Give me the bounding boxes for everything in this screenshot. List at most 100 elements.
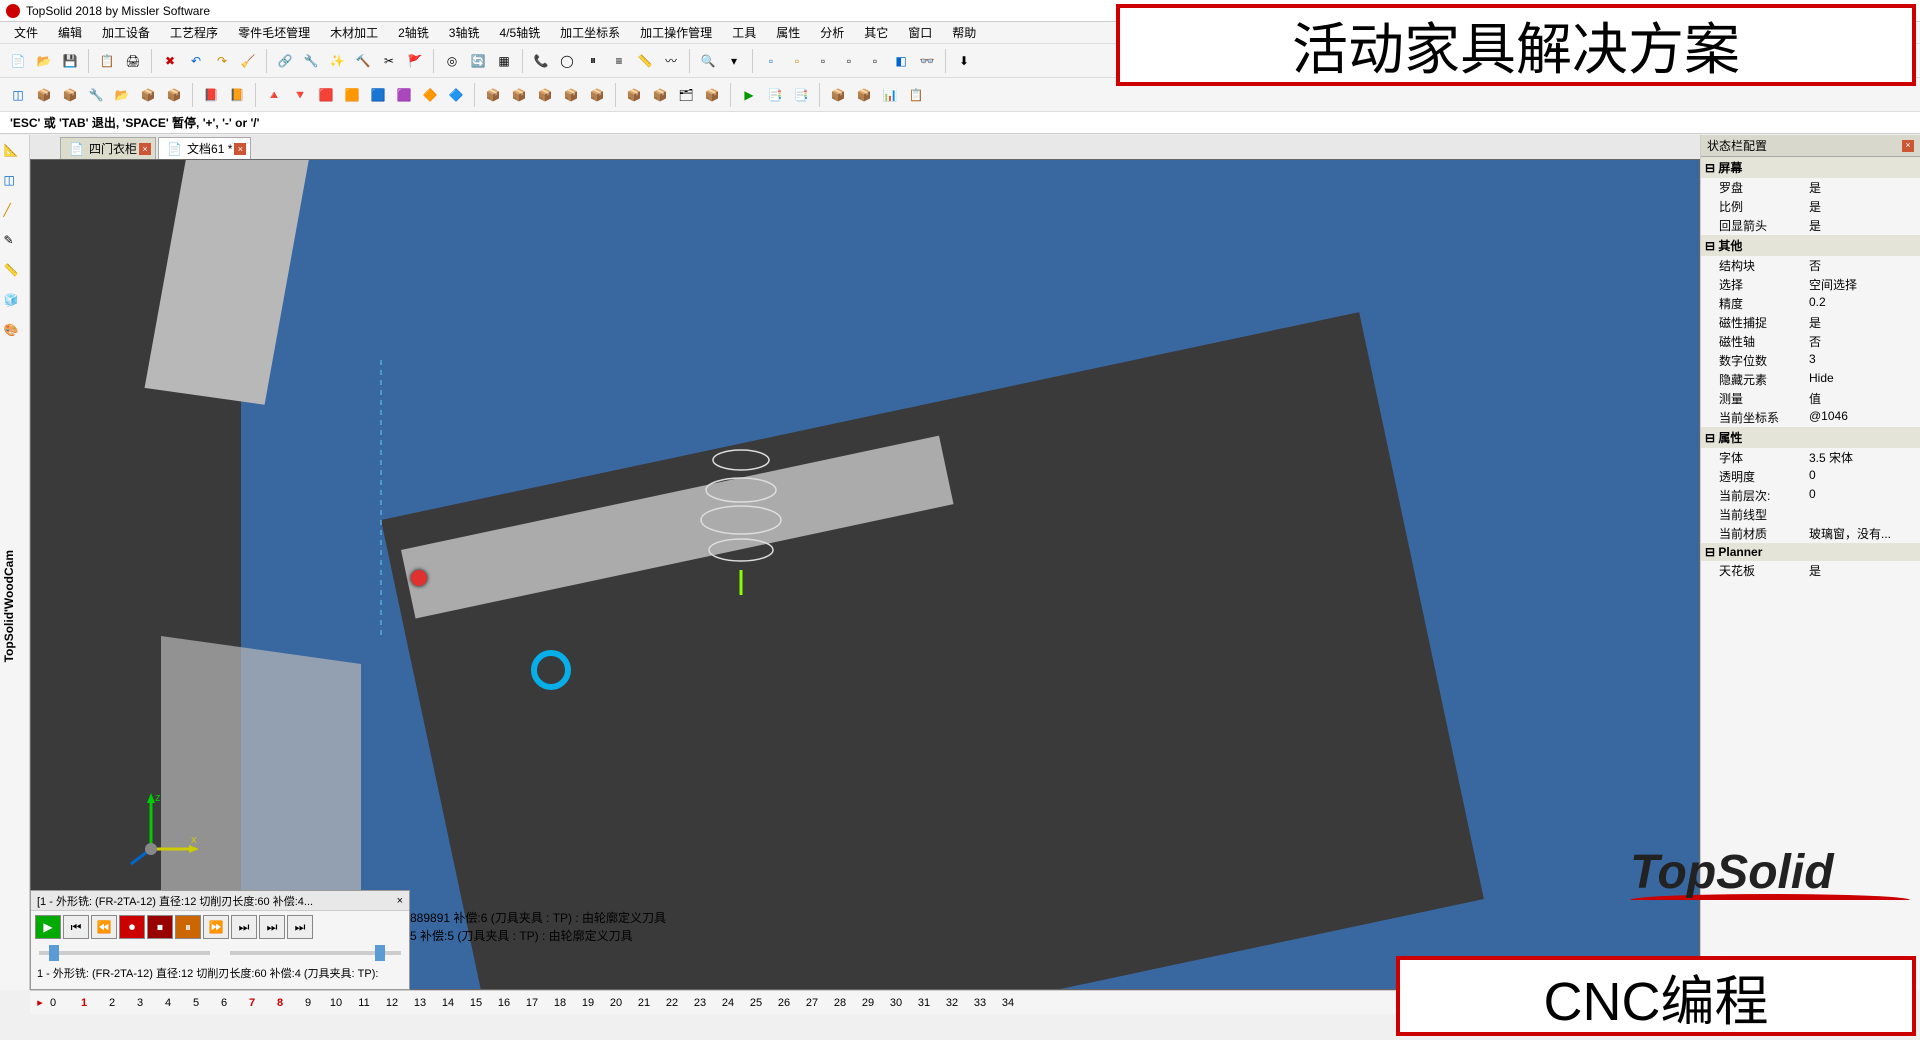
tb2-26[interactable]: 📦 (700, 83, 724, 107)
prop-row[interactable]: 精度0.2 (1701, 294, 1920, 313)
new-doc-button[interactable]: 📄 (6, 49, 30, 73)
sim-first-button[interactable]: ⏮ (63, 915, 89, 939)
ruler-step-19[interactable]: 19 (574, 997, 602, 1009)
ruler-numbers[interactable]: 1234567891011121314151617181920212223242… (70, 997, 1022, 1009)
prop-row[interactable]: 当前材质玻璃窗，没有... (1701, 524, 1920, 543)
prop-row[interactable]: 当前层次:0 (1701, 486, 1920, 505)
tb2-1[interactable]: ◫ (6, 83, 30, 107)
tb2-3[interactable]: 📦 (58, 83, 82, 107)
ruler-step-28[interactable]: 28 (826, 997, 854, 1009)
prop-group-属性[interactable]: ⊟ 属性 (1701, 427, 1920, 448)
zoom-dropdown[interactable]: ▾ (722, 49, 746, 73)
sb-box-icon[interactable]: ◫ (4, 173, 26, 195)
tb2-8[interactable]: 📕 (199, 83, 223, 107)
menu-属性[interactable]: 属性 (770, 22, 806, 43)
prop-row[interactable]: 天花板是 (1701, 561, 1920, 580)
ruler-step-7[interactable]: 7 (238, 997, 266, 1009)
menu-编辑[interactable]: 编辑 (52, 22, 88, 43)
ruler-step-15[interactable]: 15 (462, 997, 490, 1009)
refresh-button[interactable]: 🔄 (466, 49, 490, 73)
prop-group-屏幕[interactable]: ⊟ 屏幕 (1701, 157, 1920, 178)
ruler-step-1[interactable]: 1 (70, 997, 98, 1009)
sim-stop-button[interactable]: ⏹ (147, 915, 173, 939)
ruler-step-27[interactable]: 27 (798, 997, 826, 1009)
flag-button[interactable]: 🚩 (403, 49, 427, 73)
menu-其它[interactable]: 其它 (858, 22, 894, 43)
ruler-step-34[interactable]: 34 (994, 997, 1022, 1009)
measure-button[interactable]: 📏 (633, 49, 657, 73)
sparkle-button[interactable]: ✨ (325, 49, 349, 73)
ruler-step-4[interactable]: 4 (154, 997, 182, 1009)
ruler-step-31[interactable]: 31 (910, 997, 938, 1009)
ruler-step-8[interactable]: 8 (266, 997, 294, 1009)
menu-零件毛坯管理[interactable]: 零件毛坯管理 (232, 22, 316, 43)
tb2-31[interactable]: 📦 (852, 83, 876, 107)
tb2-19[interactable]: 📦 (507, 83, 531, 107)
tb2-20[interactable]: 📦 (533, 83, 557, 107)
prop-row[interactable]: 选择空间选择 (1701, 275, 1920, 294)
prop-row[interactable]: 透明度0 (1701, 467, 1920, 486)
undo-button[interactable]: ↶ (184, 49, 208, 73)
sim-skip-button[interactable]: ⏭ (259, 915, 285, 939)
wrench-button[interactable]: 🔧 (299, 49, 323, 73)
tb2-33[interactable]: 📋 (904, 83, 928, 107)
tb2-18[interactable]: 📦 (481, 83, 505, 107)
prop-row[interactable]: 比例是 (1701, 197, 1920, 216)
prop-group-其他[interactable]: ⊟ 其他 (1701, 235, 1920, 256)
view2-button[interactable]: ▫ (785, 49, 809, 73)
tab-close-icon[interactable]: × (139, 143, 151, 155)
menu-木材加工[interactable]: 木材加工 (324, 22, 384, 43)
viewport-3d[interactable]: z x (30, 159, 1700, 990)
ruler-step-12[interactable]: 12 (378, 997, 406, 1009)
prop-row[interactable]: 回显箭头是 (1701, 216, 1920, 235)
menu-加工坐标系[interactable]: 加工坐标系 (554, 22, 626, 43)
ruler-step-25[interactable]: 25 (742, 997, 770, 1009)
down-button[interactable]: ⬇ (952, 49, 976, 73)
sim-next-button[interactable]: ⏩ (203, 915, 229, 939)
sim-close-icon[interactable]: × (397, 895, 403, 907)
ruler-step-9[interactable]: 9 (294, 997, 322, 1009)
tb2-13[interactable]: 🟧 (340, 83, 364, 107)
tb2-23[interactable]: 📦 (622, 83, 646, 107)
menu-工艺程序[interactable]: 工艺程序 (164, 22, 224, 43)
prop-row[interactable]: 磁性轴否 (1701, 332, 1920, 351)
tb2-28[interactable]: 📑 (763, 83, 787, 107)
sim-prev-button[interactable]: ⏪ (91, 915, 117, 939)
ruler-step-14[interactable]: 14 (434, 997, 462, 1009)
tool-button[interactable]: 🔨 (351, 49, 375, 73)
ruler-step-18[interactable]: 18 (546, 997, 574, 1009)
menu-加工设备[interactable]: 加工设备 (96, 22, 156, 43)
ruler-step-5[interactable]: 5 (182, 997, 210, 1009)
tb2-29[interactable]: 📑 (789, 83, 813, 107)
copy-button[interactable]: 📋 (95, 49, 119, 73)
view5-button[interactable]: ▫ (863, 49, 887, 73)
tb2-25[interactable]: 🗂 (674, 83, 698, 107)
print-button[interactable]: 🖨 (121, 49, 145, 73)
menu-分析[interactable]: 分析 (814, 22, 850, 43)
prop-row[interactable]: 罗盘是 (1701, 178, 1920, 197)
cut-button[interactable]: ✂ (377, 49, 401, 73)
ruler-step-20[interactable]: 20 (602, 997, 630, 1009)
tb2-21[interactable]: 📦 (559, 83, 583, 107)
prop-row[interactable]: 隐藏元素Hide (1701, 370, 1920, 389)
tb2-9[interactable]: 📙 (225, 83, 249, 107)
tb2-2[interactable]: 📦 (32, 83, 56, 107)
sim-step-button[interactable]: ⏭ (231, 915, 257, 939)
menu-帮助[interactable]: 帮助 (946, 22, 982, 43)
redo-button[interactable]: ↷ (210, 49, 234, 73)
menu-3轴铣[interactable]: 3轴铣 (443, 22, 486, 43)
sb-cube-icon[interactable]: 🧊 (4, 293, 26, 315)
ruler-step-29[interactable]: 29 (854, 997, 882, 1009)
sb-color-icon[interactable]: 🎨 (4, 323, 26, 345)
menu-2轴铣[interactable]: 2轴铣 (392, 22, 435, 43)
ruler-step-32[interactable]: 32 (938, 997, 966, 1009)
prop-row[interactable]: 结构块否 (1701, 256, 1920, 275)
tb2-7[interactable]: 📦 (162, 83, 186, 107)
ruler-step-24[interactable]: 24 (714, 997, 742, 1009)
sb-line-icon[interactable]: ╱ (4, 203, 26, 225)
save-button[interactable]: 💾 (58, 49, 82, 73)
tb2-14[interactable]: 🟦 (366, 83, 390, 107)
ruler-step-2[interactable]: 2 (98, 997, 126, 1009)
tb2-5[interactable]: 📂 (110, 83, 134, 107)
tb2-10[interactable]: 🔺 (262, 83, 286, 107)
